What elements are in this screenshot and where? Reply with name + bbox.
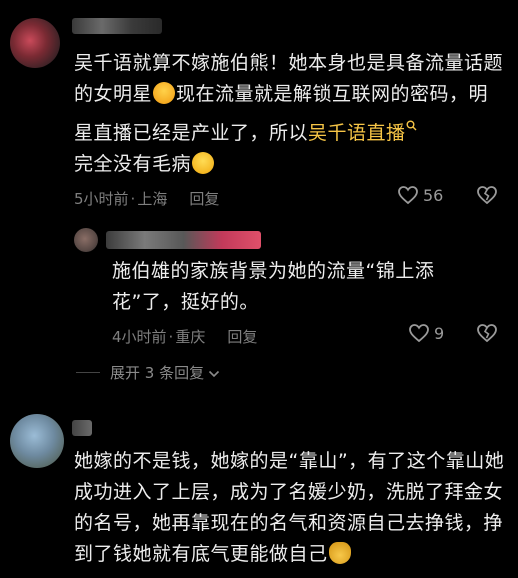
divider [76,372,100,373]
broken-heart-icon[interactable] [476,185,498,209]
location: 上海 [137,190,168,208]
expand-replies-button[interactable]: 展开 3 条回复 [76,362,220,383]
search-link[interactable]: 吴千语直播 [308,122,406,144]
avatar[interactable] [74,228,98,252]
avatar[interactable] [10,414,64,468]
like-count: 9 [434,323,445,343]
comment-text: 她嫁的不是钱，她嫁的是“靠山”，有了这个靠山她成功进入了上层，成为了名媛少奶，洗… [74,450,505,565]
laughing-crying-emoji [153,82,176,104]
location: 重庆 [175,328,206,346]
timestamp: 5小时前 [74,190,129,208]
broken-heart-icon[interactable] [476,323,498,347]
like-button[interactable]: 9 [408,323,444,343]
like-count: 56 [423,185,444,205]
chevron-down-icon [208,364,220,382]
like-button[interactable]: 56 [397,185,443,205]
reply-button[interactable]: 回复 [227,326,257,347]
grinning-emoji [192,152,215,174]
reply-button[interactable]: 回复 [189,188,219,209]
money-bag-emoji [328,542,351,564]
reply-text: 施伯雄的家族背景为她的流量“锦上添花”了，挺好的。 [112,260,435,313]
search-icon[interactable] [406,110,417,141]
heart-icon[interactable] [408,323,430,343]
expand-label: 展开 3 条回复 [110,364,205,382]
reply-meta: 4小时前 · 重庆 回复 [112,326,258,347]
comment-text: 吴千语就算不嫁施伯熊！她本身也是具备流量话题的女明星 现在流量就是解锁互联网的密码… [74,52,504,175]
avatar[interactable] [10,18,60,68]
username[interactable] [72,18,162,34]
heart-icon[interactable] [397,185,419,205]
username[interactable] [72,420,92,436]
username[interactable] [106,231,261,249]
comment-meta: 5小时前 · 上海 回复 [74,188,220,209]
timestamp: 4小时前 [112,328,167,346]
